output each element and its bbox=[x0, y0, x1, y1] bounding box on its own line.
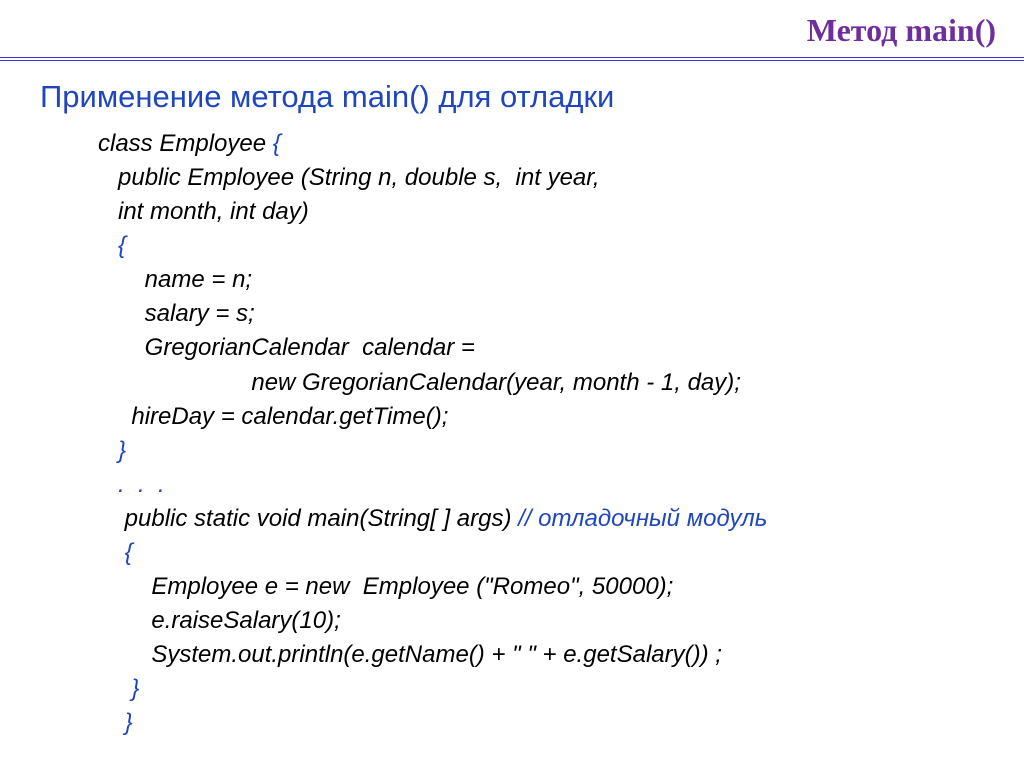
code-line-13: { bbox=[98, 539, 133, 566]
code-block: class Employee { public Employee (String… bbox=[40, 127, 984, 740]
code-line-14: Employee e = new Employee ("Romeo", 5000… bbox=[98, 573, 673, 600]
code-line-6: salary = s; bbox=[98, 300, 255, 327]
code-comment: // отладочный модуль bbox=[518, 505, 767, 532]
code-line-10: } bbox=[98, 437, 126, 464]
slide-content: Применение метода main() для отладки cla… bbox=[0, 79, 1024, 740]
code-line-9: hireDay = calendar.getTime(); bbox=[98, 403, 448, 430]
code-line-5: name = n; bbox=[98, 266, 252, 293]
slide-header: Метод main() bbox=[0, 0, 1024, 57]
code-line-15: e.raiseSalary(10); bbox=[98, 607, 341, 634]
code-line-16: System.out.println(e.getName() + " " + e… bbox=[98, 641, 722, 668]
code-brace-open: { bbox=[266, 130, 281, 157]
slide-title: Метод main() bbox=[807, 12, 996, 48]
code-line-17: } bbox=[98, 675, 139, 702]
code-line-2: public Employee (String n, double s, int… bbox=[98, 164, 600, 191]
code-line-11: . . . bbox=[98, 471, 165, 498]
code-line-1: class Employee bbox=[98, 130, 266, 157]
code-line-4: { bbox=[98, 232, 126, 259]
code-line-7: GregorianCalendar calendar = bbox=[98, 334, 475, 361]
code-line-12a: public static void main(String[ ] args) bbox=[98, 505, 518, 532]
code-line-8: new GregorianCalendar(year, month - 1, d… bbox=[98, 369, 741, 396]
code-line-3: int month, int day) bbox=[98, 198, 309, 225]
code-line-18: } bbox=[98, 709, 133, 736]
section-title: Применение метода main() для отладки bbox=[40, 79, 984, 115]
header-divider bbox=[0, 57, 1024, 61]
